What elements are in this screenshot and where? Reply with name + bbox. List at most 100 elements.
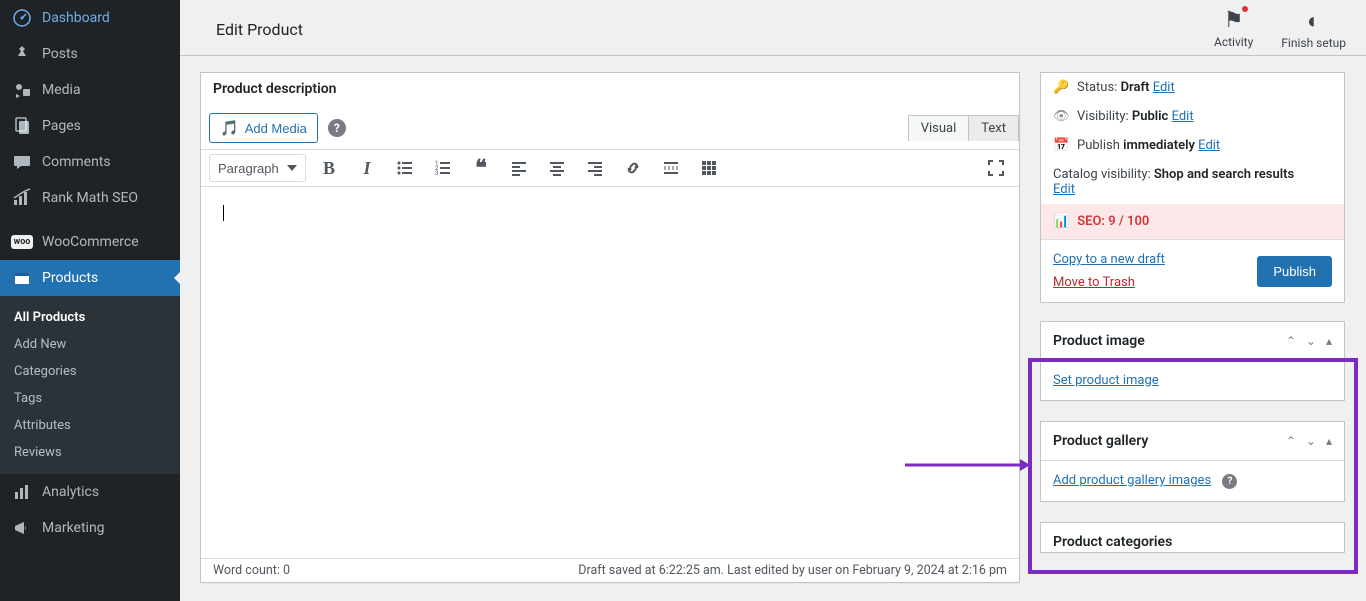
publish-box: 🔑 Status: Draft Edit 👁 Visibility: Publi…	[1040, 72, 1345, 303]
postbox-title: Product description	[201, 73, 1019, 105]
editor-textarea[interactable]	[201, 186, 1019, 558]
bold-button[interactable]: B	[314, 153, 344, 183]
visibility-row: 👁 Visibility: Public Edit	[1041, 102, 1344, 131]
calendar-icon: 📅	[1053, 138, 1069, 153]
align-right-button[interactable]	[580, 153, 610, 183]
copy-draft-link[interactable]: Copy to a new draft	[1053, 252, 1165, 267]
menu-pages[interactable]: Pages	[0, 108, 180, 144]
fullscreen-button[interactable]	[981, 153, 1011, 183]
status-row: 🔑 Status: Draft Edit	[1041, 73, 1344, 102]
seo-text: SEO: 9 / 100	[1077, 214, 1149, 229]
svg-text:3: 3	[435, 170, 438, 177]
catalog-row: Catalog visibility: Shop and search resu…	[1041, 160, 1344, 204]
more-button[interactable]	[656, 153, 686, 183]
align-left-button[interactable]	[504, 153, 534, 183]
edit-status-link[interactable]: Edit	[1153, 80, 1175, 95]
menu-label: Analytics	[42, 484, 99, 500]
move-down-icon[interactable]: ⌄	[1306, 434, 1316, 448]
menu-label: Media	[42, 82, 81, 98]
submenu-reviews[interactable]: Reviews	[0, 439, 180, 466]
link-button[interactable]	[618, 153, 648, 183]
bullet-list-button[interactable]	[390, 153, 420, 183]
editor-tabs: Visual Text	[908, 115, 1019, 141]
finish-setup-button[interactable]: ◐ Finish setup	[1281, 8, 1346, 50]
tinymce-toolbar: Paragraph B I 123 ❝	[201, 149, 1019, 186]
menu-label: Marketing	[42, 520, 105, 536]
submenu-add-new[interactable]: Add New	[0, 331, 180, 358]
numbered-list-button[interactable]: 123	[428, 153, 458, 183]
menu-media[interactable]: Media	[0, 72, 180, 108]
text-tab[interactable]: Text	[968, 116, 1018, 141]
description-postbox: Product description 🎵 Add Media ? Visual…	[200, 72, 1020, 583]
menu-dashboard[interactable]: Dashboard	[0, 0, 180, 36]
activity-button[interactable]: ⚑ Activity	[1214, 8, 1253, 50]
menu-comments[interactable]: Comments	[0, 144, 180, 180]
submenu-all-products[interactable]: All Products	[0, 304, 180, 331]
menu-posts[interactable]: Posts	[0, 36, 180, 72]
product-gallery-metabox: Product gallery ⌃ ⌄ ▴ Add product galler…	[1040, 421, 1345, 502]
help-icon[interactable]: ?	[1222, 474, 1237, 489]
menu-rankmath[interactable]: Rank Math SEO	[0, 180, 180, 216]
toggle-icon[interactable]: ▴	[1326, 334, 1332, 348]
action-label: Finish setup	[1281, 36, 1346, 50]
help-icon[interactable]: ?	[328, 119, 346, 137]
page-title: Edit Product	[216, 8, 303, 39]
dashboard-icon	[12, 8, 32, 28]
marketing-icon	[12, 518, 32, 538]
italic-button[interactable]: I	[352, 153, 382, 183]
editor-column: Product description 🎵 Add Media ? Visual…	[200, 72, 1020, 583]
format-select[interactable]: Paragraph	[209, 154, 306, 182]
product-image-metabox: Product image ⌃ ⌄ ▴ Set product image	[1040, 321, 1345, 401]
seo-score-row: 📊 SEO: 9 / 100	[1041, 204, 1344, 239]
submenu-attributes[interactable]: Attributes	[0, 412, 180, 439]
metabox-header: Product image ⌃ ⌄ ▴	[1041, 322, 1344, 360]
products-icon	[12, 268, 32, 288]
add-media-button[interactable]: 🎵 Add Media	[209, 113, 318, 143]
key-icon: 🔑	[1053, 80, 1069, 95]
submenu-categories[interactable]: Categories	[0, 358, 180, 385]
topbar: Edit Product ⚑ Activity ◐ Finish setup	[180, 0, 1366, 56]
media-icon	[12, 80, 32, 100]
content-row: Product description 🎵 Add Media ? Visual…	[180, 56, 1366, 583]
rankmath-icon	[12, 188, 32, 208]
toggle-icon[interactable]: ▴	[1326, 434, 1332, 448]
action-label: Activity	[1214, 35, 1253, 49]
move-down-icon[interactable]: ⌄	[1306, 334, 1316, 348]
add-gallery-images-link[interactable]: Add product gallery images	[1053, 473, 1211, 488]
submenu-tags[interactable]: Tags	[0, 385, 180, 412]
topbar-actions: ⚑ Activity ◐ Finish setup	[1214, 8, 1346, 50]
save-status: Draft saved at 6:22:25 am. Last edited b…	[578, 563, 1007, 578]
move-up-icon[interactable]: ⌃	[1286, 334, 1296, 348]
menu-woocommerce[interactable]: woo WooCommerce	[0, 224, 180, 260]
menu-marketing[interactable]: Marketing	[0, 510, 180, 546]
menu-label: Posts	[42, 46, 78, 62]
metabox-title: Product gallery	[1053, 433, 1148, 449]
menu-label: Dashboard	[42, 10, 110, 26]
menu-label: Rank Math SEO	[42, 190, 138, 206]
metabox-header: Product gallery ⌃ ⌄ ▴	[1041, 422, 1344, 460]
edit-catalog-link[interactable]: Edit	[1053, 182, 1075, 197]
align-center-button[interactable]	[542, 153, 572, 183]
add-media-label: Add Media	[245, 121, 307, 136]
editor-toolbar-row: 🎵 Add Media ? Visual Text	[201, 105, 1019, 149]
move-to-trash-link[interactable]: Move to Trash	[1053, 275, 1165, 290]
edit-visibility-link[interactable]: Edit	[1172, 109, 1194, 124]
visual-tab[interactable]: Visual	[909, 116, 969, 141]
publish-button[interactable]: Publish	[1257, 256, 1332, 287]
editor-footer: Word count: 0 Draft saved at 6:22:25 am.…	[201, 558, 1019, 582]
menu-label: Pages	[42, 118, 81, 134]
menu-label: Products	[42, 270, 98, 286]
right-column: 🔑 Status: Draft Edit 👁 Visibility: Publi…	[1040, 72, 1345, 553]
seo-icon: 📊	[1053, 214, 1069, 229]
products-submenu: All Products Add New Categories Tags Att…	[0, 296, 180, 474]
set-product-image-link[interactable]: Set product image	[1053, 373, 1159, 388]
admin-sidebar: Dashboard Posts Media Pages Comments Ran…	[0, 0, 180, 601]
analytics-icon	[12, 482, 32, 502]
menu-products[interactable]: Products	[0, 260, 180, 296]
pin-icon	[12, 44, 32, 64]
edit-date-link[interactable]: Edit	[1198, 138, 1220, 153]
menu-analytics[interactable]: Analytics	[0, 474, 180, 510]
quote-button[interactable]: ❝	[466, 153, 496, 183]
toolbar-toggle-button[interactable]	[694, 153, 724, 183]
move-up-icon[interactable]: ⌃	[1286, 434, 1296, 448]
